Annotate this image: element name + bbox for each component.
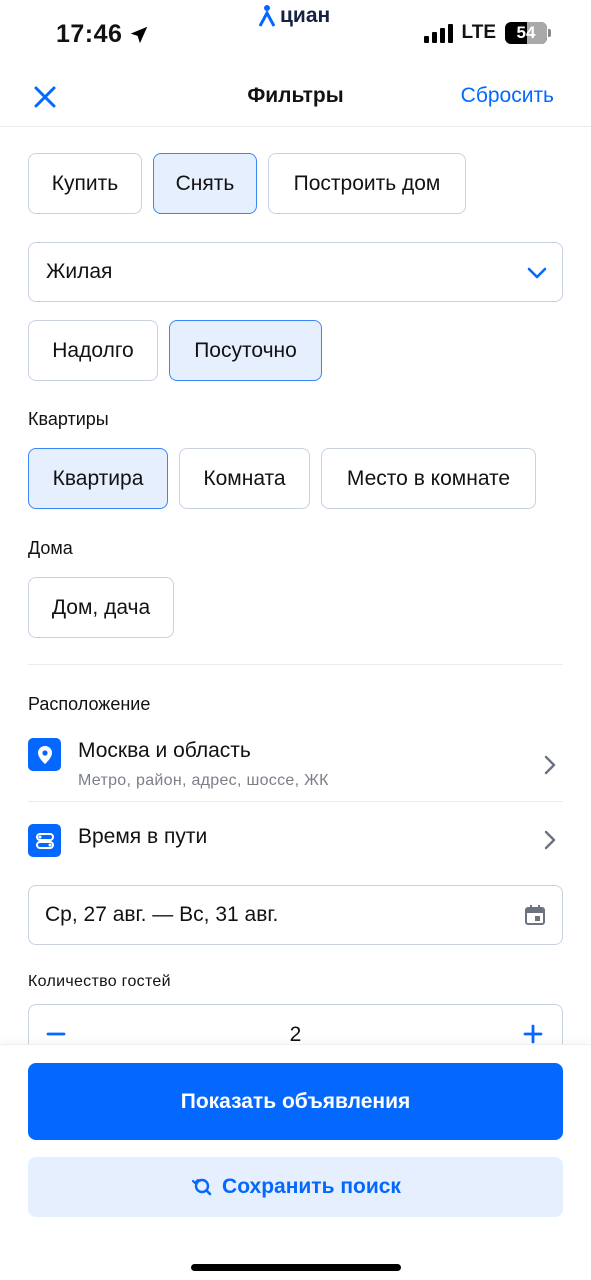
property-type-value: Жилая [46,260,113,283]
travel-time-row[interactable]: Время в пути [28,808,563,872]
filters-header: Фильтры Сбросить [0,70,591,127]
chip-room[interactable]: Комната [179,448,310,509]
route-icon [28,824,61,857]
location-label: Расположение [28,694,151,714]
battery-icon: 54 [505,22,551,44]
show-listings-button[interactable]: Показать объявления [28,1063,563,1140]
chevron-right-icon [544,830,556,850]
property-type-select[interactable]: Жилая [28,242,563,302]
apartments-label: Квартиры [28,409,109,429]
network-type: LTE [461,22,496,43]
chip-build-house[interactable]: Построить дом [268,153,466,214]
location-region-title: Москва и область [78,739,251,762]
reset-button[interactable]: Сбросить [461,84,554,108]
divider [28,801,563,802]
map-pin-icon [28,738,61,771]
houses-label: Дома [28,538,73,558]
save-search-label: Сохранить поиск [222,1175,401,1198]
chevron-right-icon [544,755,556,775]
battery-level: 54 [516,23,536,42]
chip-place-in-room[interactable]: Место в комнате [321,448,536,509]
status-time: 17:46 [56,20,150,49]
location-region-row[interactable]: Москва и область Метро, район, адрес, шо… [28,730,563,802]
status-bar: 17:46 циан LTE 54 [0,0,591,70]
status-time-text: 17:46 [56,20,123,48]
bottom-actions: Показать объявления Сохранить поиск [0,1044,591,1280]
chip-long-term[interactable]: Надолго [28,320,158,381]
chip-buy[interactable]: Купить [28,153,142,214]
brand-text: циан [280,4,331,27]
travel-time-title: Время в пути [78,825,208,848]
dates-field[interactable]: Ср, 27 авг. — Вс, 31 авг. [28,885,563,945]
chip-daily[interactable]: Посуточно [169,320,322,381]
chip-apartment[interactable]: Квартира [28,448,168,509]
signal-icon [423,23,453,43]
brand-logo: циан [258,4,330,28]
dates-value: Ср, 27 авг. — Вс, 31 авг. [45,903,279,926]
divider [28,664,563,665]
chip-rent[interactable]: Снять [153,153,257,214]
home-indicator [191,1264,401,1271]
location-region-hint: Метро, район, адрес, шоссе, ЖК [78,772,329,789]
cian-logo-icon [258,5,276,27]
guests-label: Количество гостей [28,973,171,990]
save-search-button[interactable]: Сохранить поиск [28,1157,563,1217]
chevron-down-icon [527,267,547,279]
chip-house-dacha[interactable]: Дом, дача [28,577,174,638]
status-indicators: LTE 54 [423,22,551,44]
location-arrow-icon [131,26,148,43]
save-search-icon [191,1178,212,1196]
calendar-icon [525,905,545,925]
